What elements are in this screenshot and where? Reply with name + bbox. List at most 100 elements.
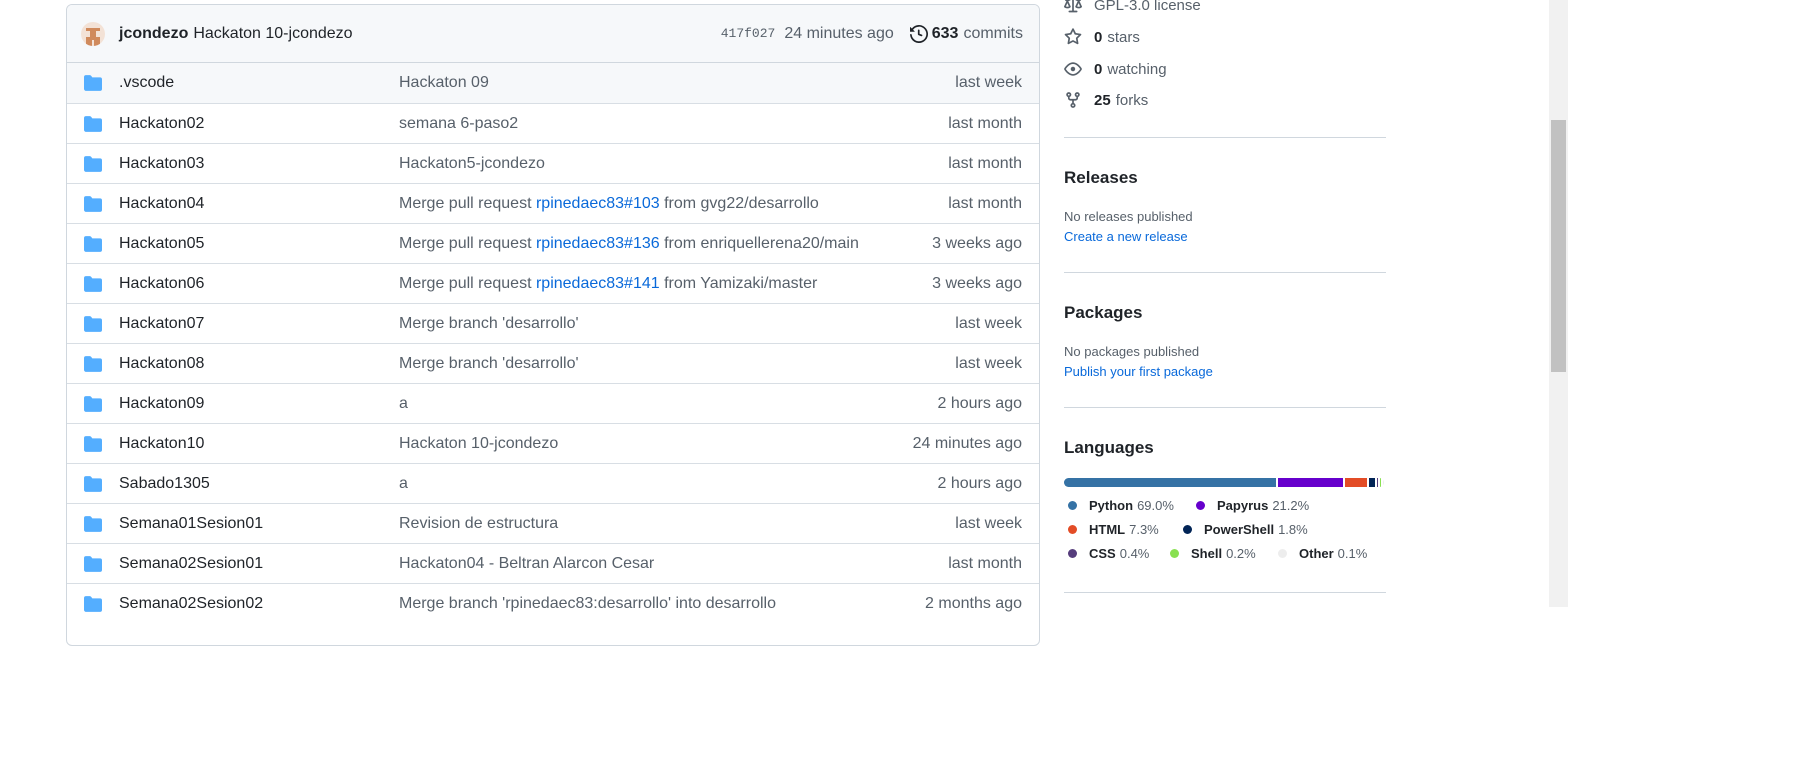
commit-message-text[interactable]: Merge pull request [399,275,536,292]
commit-message-text[interactable]: a [399,395,408,412]
file-name-link[interactable]: Hackaton09 [119,395,204,413]
file-commit-message[interactable]: Merge branch 'desarrollo' [399,355,579,373]
language-bar-segment[interactable] [1376,478,1378,487]
language-item[interactable]: Papyrus 21.2% [1196,498,1309,513]
commit-sha[interactable]: 417f027 [721,26,776,41]
stars-item[interactable]: 0 stars [1064,28,1140,46]
commit-message-text[interactable]: Revision de estructura [399,515,558,532]
file-name-link[interactable]: Semana01Sesion01 [119,515,263,533]
file-row[interactable]: Hackaton09 a 2 hours ago [67,383,1039,423]
commit-message-text[interactable]: Merge branch 'rpinedaec83:desarrollo' in… [399,595,776,612]
language-bar-segment[interactable] [1277,478,1343,487]
repository-page: jcondezo Hackaton 10-jcondezo 417f027 24… [0,0,1807,700]
commit-message-text[interactable]: Hackaton04 - Beltran Alarcon Cesar [399,555,654,572]
scrollbar-thumb[interactable] [1551,120,1566,372]
file-commit-message[interactable]: a [399,395,408,413]
language-bar-segment[interactable] [1383,478,1384,487]
file-row[interactable]: Hackaton08 Merge branch 'desarrollo' last … [67,343,1039,383]
commit-author[interactable]: jcondezo [119,25,188,43]
commit-message-text[interactable]: Merge pull request [399,235,536,252]
pull-request-link[interactable]: rpinedaec83#103 [536,195,660,212]
file-commit-message[interactable]: Hackaton 09 [399,74,489,92]
language-item[interactable]: Other 0.1% [1278,546,1367,561]
forks-item[interactable]: 25 forks [1064,91,1148,109]
file-row[interactable]: Hackaton04 Merge pull request rpinedaec83… [67,183,1039,223]
file-name-link[interactable]: Sabado1305 [119,475,210,493]
file-commit-message[interactable]: Hackaton 10-jcondezo [399,435,558,453]
pull-request-link[interactable]: rpinedaec83#141 [536,275,660,292]
file-name-link[interactable]: Hackaton02 [119,115,204,133]
license-item[interactable]: GPL-3.0 license [1064,0,1201,14]
file-commit-message[interactable]: Merge pull request rpinedaec83#141 from … [399,275,817,293]
file-row[interactable]: Hackaton05 Merge pull request rpinedaec83… [67,223,1039,263]
avatar[interactable] [81,21,105,46]
commit-message-text[interactable]: Hackaton5-jcondezo [399,155,545,172]
file-row[interactable]: Hackaton03 Hackaton5-jcondezo last month [67,143,1039,183]
commit-message-suffix[interactable]: from enriquellerena20/main [660,235,859,252]
packages-title[interactable]: Packages [1064,303,1142,323]
file-name-link[interactable]: Semana02Sesion02 [119,595,263,613]
folder-icon [84,556,102,572]
file-row[interactable]: Semana02Sesion01 Hackaton04 - Beltran Ala… [67,543,1039,583]
file-row[interactable]: .vscode Hackaton 09 last week [67,63,1039,103]
commit-message-suffix[interactable]: from Yamizaki/master [660,275,817,292]
file-name-link[interactable]: Hackaton10 [119,435,204,453]
language-item[interactable]: Python 69.0% [1068,498,1174,513]
file-name-link[interactable]: Hackaton06 [119,275,204,293]
commit-message-text[interactable]: semana 6-paso2 [399,115,518,132]
file-row[interactable]: Hackaton10 Hackaton 10-jcondezo 24 minutes… [67,423,1039,463]
file-commit-message[interactable]: Merge branch 'desarrollo' [399,315,579,333]
file-commit-age: last month [948,154,1022,172]
commit-message-text[interactable]: a [399,475,408,492]
file-commit-message[interactable]: semana 6-paso2 [399,115,518,133]
create-release-link[interactable]: Create a new release [1064,229,1188,244]
releases-title[interactable]: Releases [1064,168,1138,188]
language-item[interactable]: CSS 0.4% [1068,546,1149,561]
file-name-link[interactable]: Hackaton03 [119,155,204,173]
commit-message-text[interactable]: Hackaton 09 [399,74,489,91]
language-item[interactable]: Shell 0.2% [1170,546,1256,561]
language-bar-segment[interactable] [1380,478,1381,487]
language-bar-segment[interactable] [1369,478,1375,487]
language-bar-segment[interactable] [1344,478,1368,487]
commit-count[interactable]: 633 [932,25,959,43]
file-name-link[interactable]: Hackaton07 [119,315,204,333]
file-row[interactable]: Semana02Sesion02 Merge branch 'rpinedaec8… [67,583,1039,623]
scrollbar-track[interactable] [1549,0,1568,607]
file-commit-message[interactable]: a [399,475,408,493]
language-item[interactable]: PowerShell 1.8% [1183,522,1308,537]
file-commit-message[interactable]: Merge pull request rpinedaec83#136 from … [399,235,859,253]
language-name: PowerShell [1204,522,1275,537]
file-name-link[interactable]: Hackaton04 [119,195,204,213]
file-name-link[interactable]: Semana02Sesion01 [119,555,263,573]
publish-package-link[interactable]: Publish your first package [1064,364,1213,379]
commit-message-suffix[interactable]: from gvg22/desarrollo [660,195,819,212]
commit-message-text[interactable]: Merge branch 'desarrollo' [399,355,579,372]
file-row[interactable]: Semana01Sesion01 Revision de estructura la… [67,503,1039,543]
commit-count-label[interactable]: commits [963,25,1023,43]
file-commit-message[interactable]: Merge branch 'rpinedaec83:desarrollo' in… [399,595,776,613]
file-name-link[interactable]: Hackaton05 [119,235,204,253]
file-commit-message[interactable]: Hackaton5-jcondezo [399,155,545,173]
file-commit-message[interactable]: Hackaton04 - Beltran Alarcon Cesar [399,555,654,573]
commit-message-text[interactable]: Merge branch 'desarrollo' [399,315,579,332]
file-name-link[interactable]: Hackaton08 [119,355,204,373]
commit-message[interactable]: Hackaton 10-jcondezo [193,25,352,43]
watching-item[interactable]: 0 watching [1064,60,1167,78]
file-commit-age: last week [955,74,1022,91]
file-name-link[interactable]: .vscode [119,74,174,92]
commit-message-text[interactable]: Merge pull request [399,195,536,212]
pull-request-link[interactable]: rpinedaec83#136 [536,235,660,252]
history-icon[interactable] [909,24,928,43]
file-row[interactable]: Hackaton02 semana 6-paso2 last month [67,103,1039,143]
commit-message-text[interactable]: Hackaton 10-jcondezo [399,435,558,452]
file-commit-message[interactable]: Revision de estructura [399,515,558,533]
file-commit-message[interactable]: Merge pull request rpinedaec83#103 from … [399,195,819,213]
file-row[interactable]: Sabado1305 a 2 hours ago [67,463,1039,503]
language-item[interactable]: HTML 7.3% [1068,522,1159,537]
folder-icon [84,356,102,372]
language-bar-segment[interactable] [1064,478,1276,487]
file-row[interactable]: Hackaton06 Merge pull request rpinedaec83… [67,263,1039,303]
file-row[interactable]: Hackaton07 Merge branch 'desarrollo' last … [67,303,1039,343]
forks-count: 25 [1094,91,1111,109]
